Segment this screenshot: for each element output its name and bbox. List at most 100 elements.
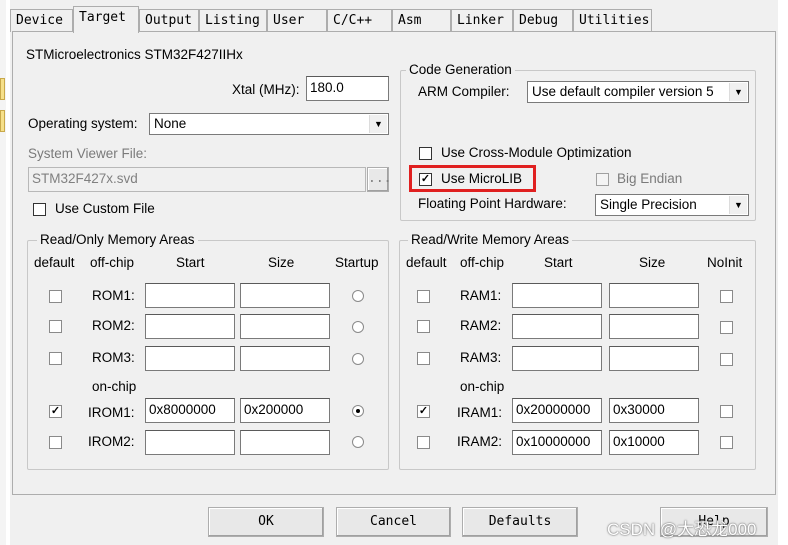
rom3-start-input[interactable] [145,346,235,371]
rom3-startup-radio[interactable] [352,353,364,365]
rom-header-offchip: off-chip [90,255,135,270]
tab-cpp[interactable]: C/C++ [327,9,392,32]
microlib-highlight-box [409,165,536,192]
chevron-down-icon[interactable]: ▼ [729,196,747,214]
xtal-input[interactable]: 180.0 [306,76,389,101]
compiler-label: ARM Compiler: [418,84,510,99]
fp-select[interactable]: Single Precision ▼ [595,194,749,216]
tab-asm[interactable]: Asm [392,9,451,32]
custom-file-checkbox[interactable] [33,203,46,216]
ram1-noinit-checkbox[interactable] [720,290,733,303]
irom1-startup-radio[interactable] [352,405,364,417]
rom1-start-input[interactable] [145,283,235,308]
ram-header-start: Start [544,255,573,270]
iram2-default-checkbox[interactable] [417,436,430,449]
iram2-size-input[interactable]: 0x10000 [609,430,699,455]
ram2-noinit-checkbox[interactable] [720,321,733,334]
ram2-start-input[interactable] [512,314,602,339]
ram-header-noinit: NoInit [707,255,743,270]
fp-label: Floating Point Hardware: [418,196,567,211]
tab-utilities[interactable]: Utilities [573,9,652,32]
irom1-label: IROM1: [88,405,135,420]
tab-listing[interactable]: Listing [199,9,267,32]
ram-header-default: default [406,255,447,270]
ram1-size-input[interactable] [609,283,699,308]
irom1-default-checkbox[interactable]: ✓ [49,405,62,418]
iram1-size-input[interactable]: 0x30000 [609,398,699,423]
custom-file-label: Use Custom File [55,201,155,216]
iram2-noinit-checkbox[interactable] [720,436,733,449]
ram2-size-input[interactable] [609,314,699,339]
rom2-size-input[interactable] [240,314,330,339]
tab-debug[interactable]: Debug [513,9,573,32]
rom1-label: ROM1: [92,288,135,303]
ram3-start-input[interactable] [512,346,602,371]
rom2-start-input[interactable] [145,314,235,339]
rom1-default-checkbox[interactable] [49,290,62,303]
chevron-down-icon[interactable]: ▼ [369,115,387,133]
rom2-startup-radio[interactable] [352,321,364,333]
iram2-label: IRAM2: [457,434,503,449]
background-window-tab [0,78,5,100]
checkmark-icon: ✓ [50,405,61,417]
checkmark-icon: ✓ [418,405,429,417]
rom3-default-checkbox[interactable] [49,352,62,365]
tab-bar: Device Target Output Listing User C/C++ … [10,6,780,33]
irom2-start-input[interactable] [145,430,235,455]
ram1-default-checkbox[interactable] [417,290,430,303]
tab-target[interactable]: Target [73,6,139,33]
ram1-start-input[interactable] [512,283,602,308]
cancel-button[interactable]: Cancel [336,507,451,537]
cross-module-checkbox[interactable] [419,147,432,160]
iram1-start-input[interactable]: 0x20000000 [512,398,602,423]
irom2-startup-radio[interactable] [352,436,364,448]
rom-header-start: Start [176,255,205,270]
tab-linker[interactable]: Linker [451,9,513,32]
irom1-size-input[interactable]: 0x200000 [240,398,330,423]
ram1-label: RAM1: [460,288,502,303]
svd-input[interactable]: STM32F427x.svd [28,167,366,192]
defaults-button[interactable]: Defaults [462,507,578,537]
rom-title: Read/Only Memory Areas [37,232,198,247]
cross-module-label: Use Cross-Module Optimization [441,145,632,160]
watermark: CSDN @大恐龙000 [607,520,757,539]
big-endian-label: Big Endian [617,171,683,186]
tab-output[interactable]: Output [139,9,199,32]
ram3-label: RAM3: [460,350,502,365]
big-endian-checkbox[interactable] [596,173,609,186]
svd-label: System Viewer File: [28,146,148,161]
ram-title: Read/Write Memory Areas [408,232,573,247]
rom-onchip-label: on-chip [92,379,137,394]
irom2-label: IROM2: [88,434,135,449]
os-select[interactable]: None ▼ [149,113,389,135]
irom2-size-input[interactable] [240,430,330,455]
irom1-start-input[interactable]: 0x8000000 [145,398,235,423]
irom2-default-checkbox[interactable] [49,436,62,449]
background-window-tab [0,110,5,132]
ram3-default-checkbox[interactable] [417,352,430,365]
svd-browse-button[interactable]: ... [367,167,391,192]
compiler-select[interactable]: Use default compiler version 5 ▼ [527,81,749,103]
ram2-default-checkbox[interactable] [417,320,430,333]
rom2-default-checkbox[interactable] [49,320,62,333]
ram3-noinit-checkbox[interactable] [720,353,733,366]
rom3-size-input[interactable] [240,346,330,371]
ram2-label: RAM2: [460,318,502,333]
device-name: STMicroelectronics STM32F427IIHx [26,47,243,62]
ram3-size-input[interactable] [609,346,699,371]
rom1-startup-radio[interactable] [352,290,364,302]
chevron-down-icon[interactable]: ▼ [729,83,747,101]
compiler-value: Use default compiler version 5 [532,84,714,99]
tab-device[interactable]: Device [10,9,73,32]
rom-header-default: default [34,255,75,270]
rom1-size-input[interactable] [240,283,330,308]
rom3-label: ROM3: [92,350,135,365]
ram-header-offchip: off-chip [460,255,505,270]
os-label: Operating system: [28,116,138,131]
iram1-noinit-checkbox[interactable] [720,405,733,418]
code-generation-title: Code Generation [406,62,515,77]
iram2-start-input[interactable]: 0x10000000 [512,430,602,455]
tab-user[interactable]: User [267,9,327,32]
iram1-default-checkbox[interactable]: ✓ [417,405,430,418]
ok-button[interactable]: OK [208,507,324,537]
